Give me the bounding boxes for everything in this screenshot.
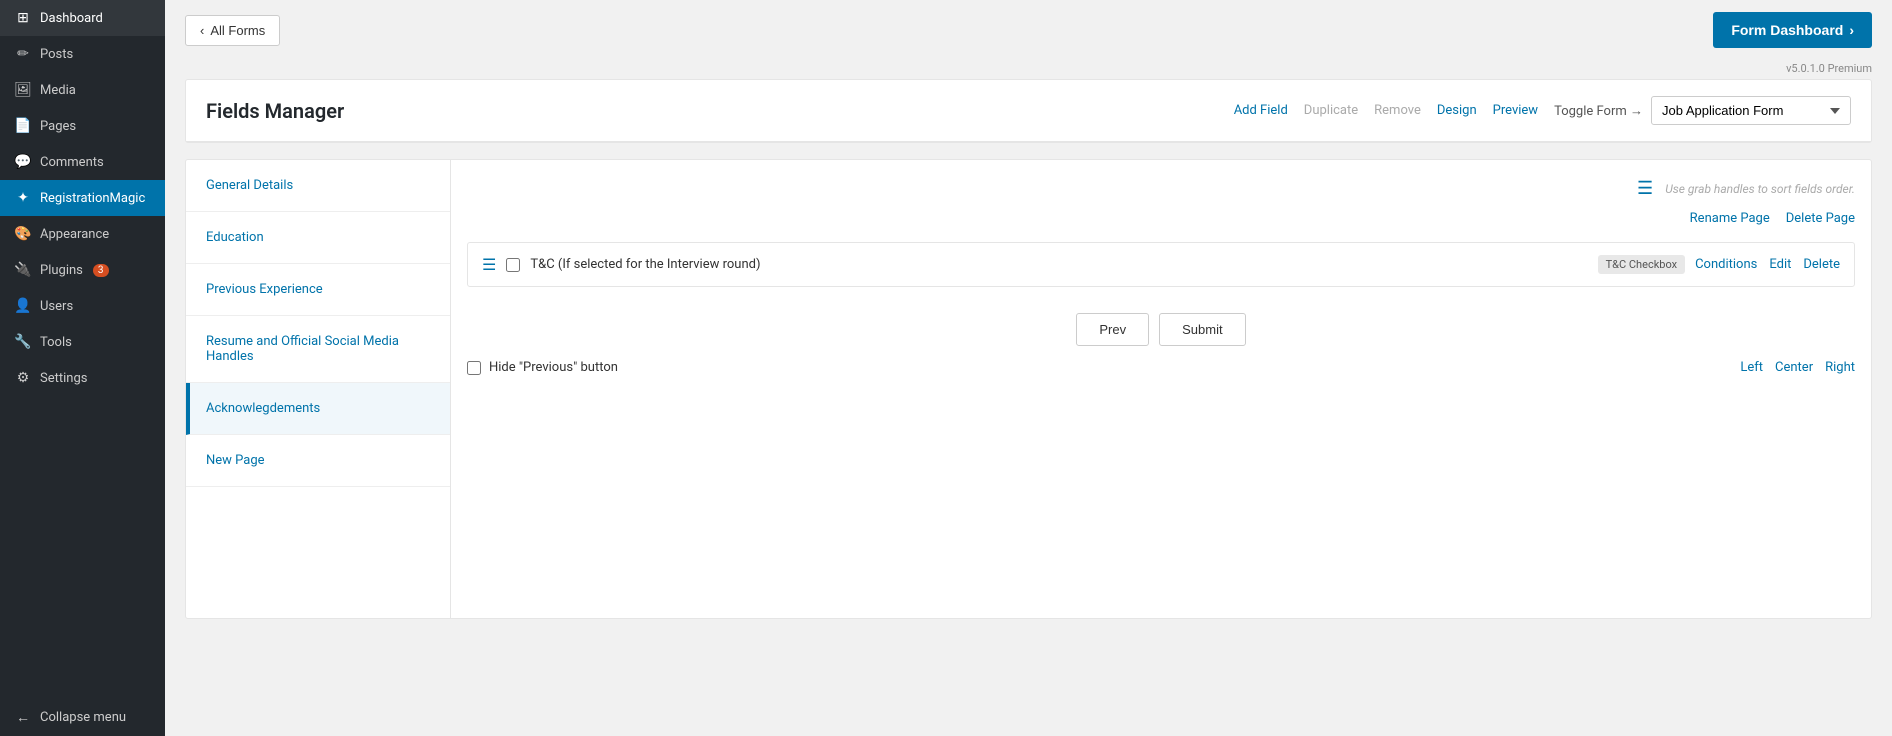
all-forms-label: All Forms — [210, 23, 265, 38]
sort-hint: Use grab handles to sort fields order. — [1665, 182, 1855, 196]
duplicate-action: Duplicate — [1304, 103, 1358, 118]
sidebar: ⊞ Dashboard✏ Posts🖼 Media📄 Pages💬 Commen… — [0, 0, 165, 736]
sidebar-label-posts: Posts — [40, 47, 73, 62]
sidebar-item-tools[interactable]: 🔧 Tools — [0, 324, 165, 360]
appearance-icon: 🎨 — [14, 226, 32, 242]
sidebar-label-registrationmagic: RegistrationMagic — [40, 191, 145, 206]
sidebar-label-appearance: Appearance — [40, 227, 109, 242]
registrationmagic-icon: ✦ — [14, 190, 32, 206]
sidebar-item-collapse[interactable]: ← Collapse menu — [0, 699, 165, 736]
nav-submit-area: Prev Submit — [467, 297, 1855, 354]
sidebar-label-plugins: Plugins — [40, 263, 83, 278]
toggle-form-label: Toggle Form → — [1554, 103, 1643, 119]
page-actions: Rename Page Delete Page — [467, 203, 1855, 242]
hide-prev-checkbox[interactable] — [467, 361, 481, 375]
field-row: ☰ T&C (If selected for the Interview rou… — [467, 242, 1855, 287]
badge-plugins: 3 — [93, 264, 109, 277]
media-icon: 🖼 — [14, 82, 32, 98]
add-field-action[interactable]: Add Field — [1234, 103, 1288, 118]
sidebar-item-settings[interactable]: ⚙ Settings — [0, 360, 165, 396]
dashboard-icon: ⊞ — [14, 10, 32, 26]
content-area: Fields Manager Add Field Duplicate Remov… — [165, 79, 1892, 736]
right-panel-top: ☰ Use grab handles to sort fields order. — [467, 170, 1855, 203]
sidebar-item-dashboard[interactable]: ⊞ Dashboard — [0, 0, 165, 36]
posts-icon: ✏ — [14, 46, 32, 62]
align-options: Left Center Right — [1740, 360, 1855, 375]
collapse-icon: ← — [14, 709, 32, 726]
sidebar-item-registrationmagic[interactable]: ✦ RegistrationMagic — [0, 180, 165, 216]
sidebar-item-plugins[interactable]: 🔌 Plugins 3 — [0, 252, 165, 288]
main-content: ‹ All Forms Form Dashboard › v5.0.1.0 Pr… — [165, 0, 1892, 736]
delete-page-link[interactable]: Delete Page — [1786, 211, 1855, 226]
form-select[interactable]: Job Application Form — [1651, 96, 1851, 125]
plugins-icon: 🔌 — [14, 262, 32, 278]
fields-manager-card: Fields Manager Add Field Duplicate Remov… — [185, 79, 1872, 143]
hide-prev-row: Hide "Previous" button Left Center Right — [467, 354, 1855, 381]
page-item-resume[interactable]: Resume and Official Social Media Handles — [186, 316, 450, 383]
back-arrow-icon: ‹ — [200, 23, 204, 38]
sidebar-item-posts[interactable]: ✏ Posts — [0, 36, 165, 72]
align-center[interactable]: Center — [1775, 360, 1813, 375]
sort-icon[interactable]: ☰ — [1637, 178, 1653, 199]
preview-action[interactable]: Preview — [1493, 103, 1538, 118]
card-header: Fields Manager Add Field Duplicate Remov… — [186, 80, 1871, 142]
all-forms-button[interactable]: ‹ All Forms — [185, 15, 280, 46]
left-panel: General DetailsEducationPrevious Experie… — [186, 160, 451, 618]
hide-prev-label: Hide "Previous" button — [489, 360, 618, 375]
sidebar-label-media: Media — [40, 83, 76, 98]
page-item-previous_exp[interactable]: Previous Experience — [186, 264, 450, 316]
page-item-education[interactable]: Education — [186, 212, 450, 264]
drag-handle-icon[interactable]: ☰ — [482, 255, 496, 274]
field-type-badge: T&C Checkbox — [1598, 255, 1685, 274]
comments-icon: 💬 — [14, 154, 32, 170]
fields-manager-title: Fields Manager — [206, 99, 344, 123]
align-right[interactable]: Right — [1825, 360, 1855, 375]
conditions-action[interactable]: Conditions — [1695, 257, 1757, 272]
version-text: v5.0.1.0 Premium — [165, 60, 1892, 79]
form-dashboard-button[interactable]: Form Dashboard › — [1713, 12, 1872, 48]
pages-icon: 📄 — [14, 118, 32, 134]
sidebar-item-users[interactable]: 👤 Users — [0, 288, 165, 324]
rename-page-link[interactable]: Rename Page — [1690, 211, 1770, 226]
sidebar-item-media[interactable]: 🖼 Media — [0, 72, 165, 108]
right-panel: ☰ Use grab handles to sort fields order.… — [451, 160, 1871, 618]
sidebar-label-tools: Tools — [40, 335, 72, 350]
sidebar-label-pages: Pages — [40, 119, 76, 134]
remove-action: Remove — [1374, 103, 1421, 118]
sidebar-label-comments: Comments — [40, 155, 104, 170]
collapse-label: Collapse menu — [40, 710, 126, 725]
prev-button[interactable]: Prev — [1076, 313, 1149, 346]
page-item-new_page[interactable]: New Page — [186, 435, 450, 487]
chevron-right-icon: › — [1849, 22, 1854, 38]
edit-action[interactable]: Edit — [1769, 257, 1791, 272]
topbar: ‹ All Forms Form Dashboard › — [165, 0, 1892, 60]
field-label: T&C (If selected for the Interview round… — [530, 257, 1587, 272]
page-item-acknowledgements[interactable]: Acknowlegdements — [186, 383, 450, 435]
sidebar-label-dashboard: Dashboard — [40, 11, 103, 26]
align-left[interactable]: Left — [1740, 360, 1763, 375]
users-icon: 👤 — [14, 298, 32, 314]
sidebar-item-comments[interactable]: 💬 Comments — [0, 144, 165, 180]
sidebar-label-settings: Settings — [40, 371, 87, 386]
field-actions: Conditions Edit Delete — [1695, 257, 1840, 272]
sidebar-item-appearance[interactable]: 🎨 Appearance — [0, 216, 165, 252]
settings-icon: ⚙ — [14, 370, 32, 386]
field-checkbox[interactable] — [506, 258, 520, 272]
delete-action[interactable]: Delete — [1803, 257, 1840, 272]
toggle-form-area: Toggle Form → Job Application Form — [1554, 96, 1851, 125]
submit-button[interactable]: Submit — [1159, 313, 1245, 346]
page-item-general[interactable]: General Details — [186, 160, 450, 212]
form-dashboard-label: Form Dashboard — [1731, 22, 1843, 38]
toolbar: Add Field Duplicate Remove Design Previe… — [1234, 96, 1851, 125]
sidebar-item-pages[interactable]: 📄 Pages — [0, 108, 165, 144]
tools-icon: 🔧 — [14, 334, 32, 350]
two-panel-layout: General DetailsEducationPrevious Experie… — [185, 159, 1872, 619]
design-action[interactable]: Design — [1437, 103, 1477, 118]
sidebar-label-users: Users — [40, 299, 73, 314]
